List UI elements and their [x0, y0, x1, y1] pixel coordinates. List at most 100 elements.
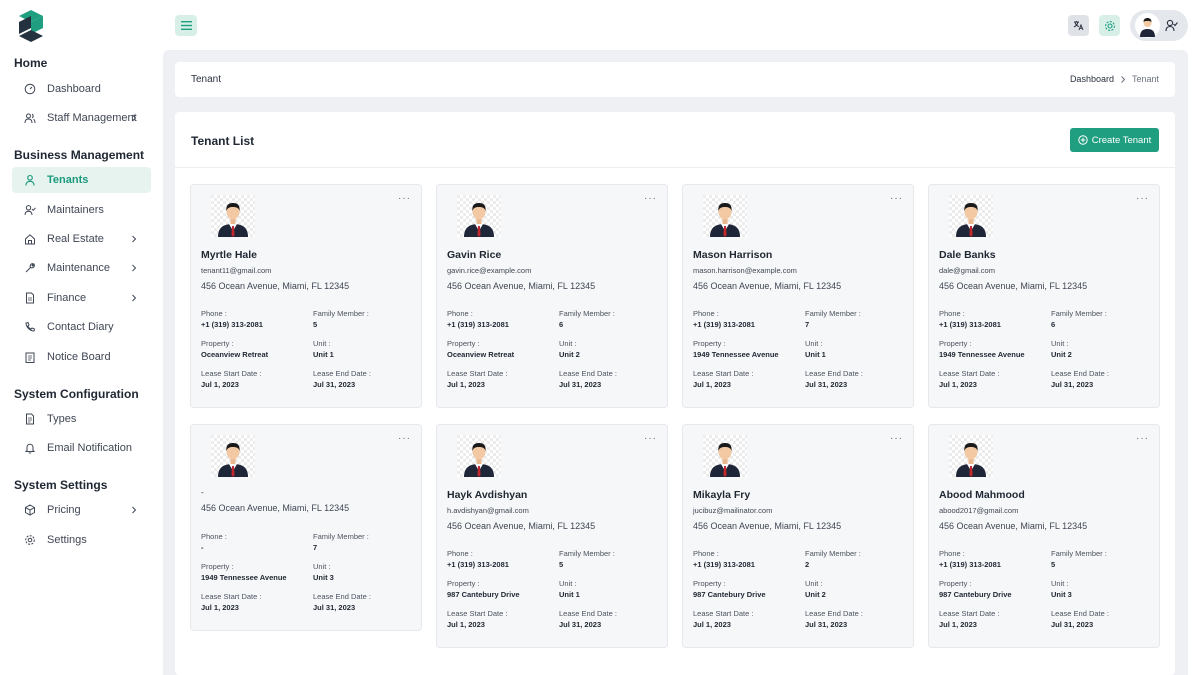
tenant-name: Dale Banks [939, 249, 996, 261]
tenant-email: h.avdishyan@gmail.com [447, 506, 529, 515]
field-label: Lease End Date : [1051, 369, 1109, 378]
card-options-icon[interactable]: ··· [1136, 433, 1149, 444]
file-icon [24, 292, 36, 304]
field-property: Property : Oceanview Retreat [447, 339, 514, 359]
field-label: Property : [201, 562, 234, 571]
card-options-icon[interactable]: ··· [398, 433, 411, 444]
tenant-card[interactable]: ··· - 456 Ocean Avenue, Miami, FL 12345 Pho… [190, 424, 422, 631]
field-unit: Unit : Unit 3 [313, 562, 334, 582]
field-label: Lease Start Date : [939, 369, 1000, 378]
field-value: 1949 Tennessee Avenue [693, 350, 779, 359]
sidebar-item-label: Types [47, 413, 77, 425]
field-lease-end: Lease End Date : Jul 31, 2023 [313, 592, 371, 612]
field-phone: Phone : - [201, 532, 227, 552]
sidebar-item-label: Tenants [47, 174, 89, 186]
tenant-card[interactable]: ··· Abood Mahmood abood2017@gmail.com 456 O… [928, 424, 1160, 648]
field-value: Jul 1, 2023 [447, 380, 485, 389]
field-property: Property : 1949 Tennessee Avenue [939, 339, 1025, 359]
user-menu[interactable] [1130, 10, 1188, 41]
field-label: Family Member : [1051, 309, 1107, 318]
language-button[interactable] [1068, 15, 1089, 36]
chevron-right-icon [1121, 75, 1126, 83]
package-icon [24, 504, 36, 516]
card-options-icon[interactable]: ··· [398, 193, 411, 204]
sidebar-item-finance[interactable]: Finance [12, 285, 151, 311]
field-label: Unit : [559, 339, 577, 348]
sidebar-item-dashboard[interactable]: Dashboard [12, 76, 151, 102]
field-lease-end: Lease End Date : Jul 31, 2023 [559, 609, 617, 629]
sidebar-item-email-notification[interactable]: Email Notification [12, 435, 151, 461]
menu-toggle-button[interactable] [175, 15, 197, 36]
field-value: Jul 1, 2023 [447, 620, 485, 629]
field-label: Lease End Date : [313, 369, 371, 378]
card-options-icon[interactable]: ··· [890, 433, 903, 444]
field-value: 6 [559, 320, 564, 329]
sidebar-item-pricing[interactable]: Pricing [12, 497, 151, 523]
card-options-icon[interactable]: ··· [644, 193, 657, 204]
tenant-name: Mason Harrison [693, 249, 773, 261]
sidebar-item-maintenance[interactable]: Maintenance [12, 255, 151, 281]
tenant-card[interactable]: ··· Myrtle Hale tenant11@gmail.com 456 Ocea… [190, 184, 422, 408]
sidebar-item-label: Pricing [47, 504, 81, 516]
field-label: Unit : [313, 339, 331, 348]
field-label: Unit : [805, 579, 823, 588]
field-value: 6 [1051, 320, 1056, 329]
field-value: 1949 Tennessee Avenue [939, 350, 1025, 359]
card-options-icon[interactable]: ··· [890, 193, 903, 204]
field-label: Family Member : [805, 309, 861, 318]
field-phone: Phone : +1 (319) 313-2081 [693, 309, 755, 329]
tenant-card[interactable]: ··· Mason Harrison mason.harrison@example.… [682, 184, 914, 408]
tenant-card[interactable]: ··· Mikayla Fry jucibuz@mailinator.com 456 … [682, 424, 914, 648]
field-lease-start: Lease Start Date : Jul 1, 2023 [447, 369, 507, 389]
sidebar: Home Dashboard Staff Management Business Ma… [0, 0, 163, 675]
sidebar-item-label: Notice Board [47, 351, 111, 363]
breadcrumb-current: Tenant [1131, 74, 1159, 84]
field-value: 987 Cantebury Drive [939, 590, 1012, 599]
tenant-avatar [211, 195, 255, 237]
field-lease-end: Lease End Date : Jul 31, 2023 [1051, 609, 1109, 629]
field-value: 5 [313, 320, 318, 329]
tenant-card[interactable]: ··· Dale Banks dale@gmail.com 456 Ocean Ave… [928, 184, 1160, 408]
field-value: Jul 1, 2023 [939, 620, 977, 629]
sidebar-item-notice-board[interactable]: Notice Board [12, 344, 151, 370]
field-phone: Phone : +1 (319) 313-2081 [201, 309, 263, 329]
sidebar-item-real-estate[interactable]: Real Estate [12, 226, 151, 252]
breadcrumb-trail: Dashboard Tenant [1070, 74, 1159, 84]
breadcrumb-link-dashboard[interactable]: Dashboard [1070, 74, 1114, 84]
create-tenant-button[interactable]: Create Tenant [1070, 128, 1159, 152]
field-value: Jul 1, 2023 [693, 620, 731, 629]
card-options-icon[interactable]: ··· [644, 433, 657, 444]
tenant-card[interactable]: ··· Hayk Avdishyan h.avdishyan@gmail.com 45… [436, 424, 668, 648]
tool-icon [24, 262, 36, 274]
field-property: Property : 987 Cantebury Drive [447, 579, 520, 599]
nav-section-title: Home [14, 56, 48, 70]
sidebar-item-staff-management[interactable]: Staff Management [12, 105, 151, 131]
field-label: Family Member : [1051, 549, 1107, 558]
plus-circle-icon [1078, 135, 1088, 145]
field-label: Phone : [447, 549, 473, 558]
gear-icon [1104, 20, 1115, 31]
field-lease-start: Lease Start Date : Jul 1, 2023 [939, 369, 999, 389]
card-options-icon[interactable]: ··· [1136, 193, 1149, 204]
field-label: Unit : [805, 339, 823, 348]
app-logo[interactable] [16, 10, 46, 42]
tenant-avatar [703, 195, 747, 237]
field-label: Unit : [313, 562, 331, 571]
field-family: Family Member : 5 [559, 549, 615, 569]
tenant-name: Myrtle Hale [201, 249, 258, 261]
field-unit: Unit : Unit 2 [559, 339, 580, 359]
sidebar-item-settings[interactable]: Settings [12, 527, 151, 553]
settings-button[interactable] [1099, 15, 1120, 36]
sidebar-item-label: Finance [47, 292, 87, 304]
sidebar-item-types[interactable]: Types [12, 406, 151, 432]
sidebar-item-maintainers[interactable]: Maintainers [12, 197, 151, 223]
tenant-address: 456 Ocean Avenue, Miami, FL 12345 [693, 281, 842, 291]
tenant-card[interactable]: ··· Gavin Rice gavin.rice@example.com 456 O… [436, 184, 668, 408]
field-family: Family Member : 2 [805, 549, 861, 569]
sidebar-item-contact-diary[interactable]: Contact Diary [12, 314, 151, 340]
tenant-email: jucibuz@mailinator.com [693, 506, 773, 515]
sidebar-item-tenants[interactable]: Tenants [12, 167, 151, 193]
field-unit: Unit : Unit 1 [559, 579, 580, 599]
field-label: Lease Start Date : [693, 369, 754, 378]
field-label: Property : [939, 579, 972, 588]
